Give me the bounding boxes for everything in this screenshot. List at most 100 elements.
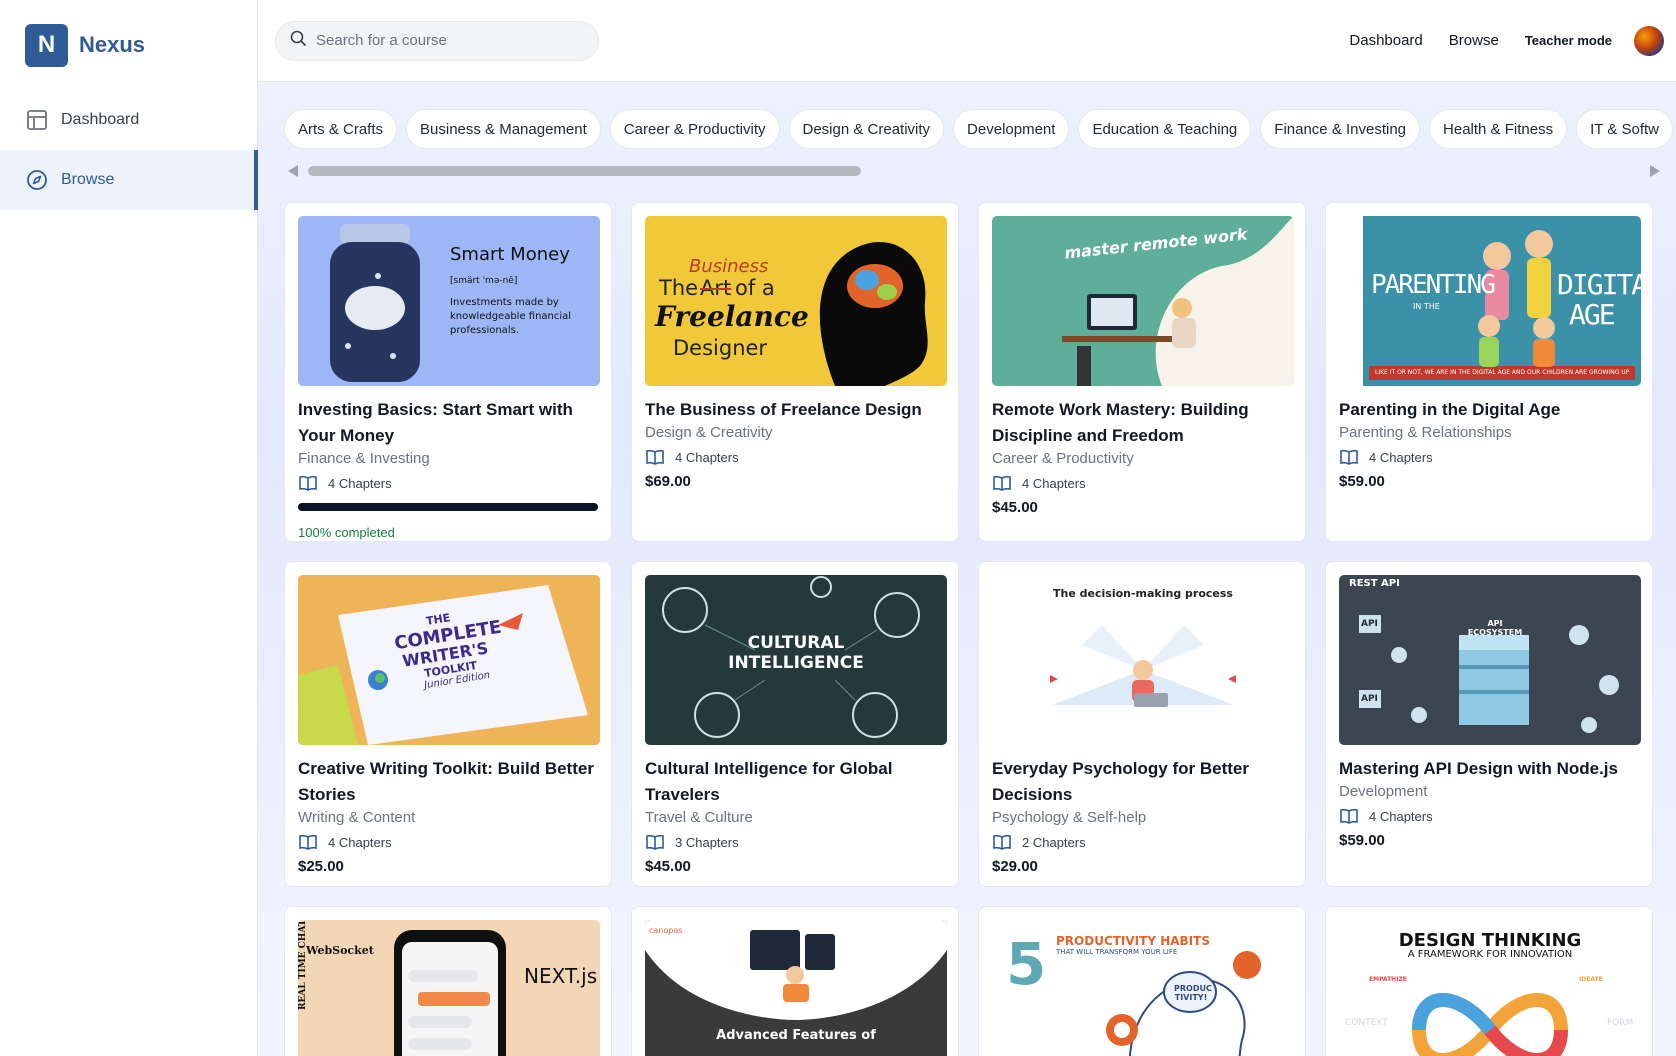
progress-label: 100% completed: [298, 525, 395, 540]
course-thumbnail: DESIGN THINKING A FRAMEWORK FOR INNOVATI…: [1339, 920, 1641, 1056]
thumb-heading: Smart Money: [450, 244, 570, 265]
topbar: Dashboard Browse Teacher mode: [258, 0, 1676, 82]
category-chip[interactable]: Development: [953, 109, 1070, 149]
avatar[interactable]: [1634, 25, 1664, 56]
book-open-icon: [992, 832, 1012, 852]
course-category: Career & Productivity: [992, 450, 1134, 467]
thumb-right2: AGE: [1569, 298, 1616, 331]
sidebar-item-label: Dashboard: [61, 111, 140, 128]
course-title[interactable]: Creative Writing Toolkit: Build Better S…: [298, 756, 598, 808]
thumb-right1: DIGITAL: [1557, 268, 1641, 301]
category-chip[interactable]: Finance & Investing: [1260, 109, 1421, 149]
course-card[interactable]: canopas Advanced Features of: [631, 906, 959, 1056]
course-title[interactable]: Investing Basics: Start Smart with Your …: [298, 397, 598, 449]
thumb-empathize: EMPATHIZE: [1369, 976, 1407, 983]
course-card[interactable]: Business The Art of a Freelance Designer…: [631, 202, 959, 542]
course-card[interactable]: Smart Money [smärt 'mə-nē] Investments m…: [284, 202, 612, 542]
api-ecosystem-illustration: [1359, 615, 1619, 733]
teacher-mode-button[interactable]: Teacher mode: [1525, 33, 1612, 48]
decision-illustration: [1050, 625, 1236, 707]
thumb-context: CONTEXT: [1345, 1018, 1388, 1028]
course-card[interactable]: REST API API API API ECOSYSTEM Mastering…: [1325, 561, 1653, 887]
sidebar-item-dashboard[interactable]: Dashboard: [0, 90, 257, 150]
course-title[interactable]: Cultural Intelligence for Global Travele…: [645, 756, 945, 808]
top-links: Dashboard Browse Teacher mode: [1349, 25, 1676, 56]
course-thumbnail: master remote work: [992, 216, 1294, 386]
course-card[interactable]: PARENTING IN THE DIGITAL AGE LIKE IT OR …: [1325, 202, 1653, 542]
sidebar-item-browse[interactable]: Browse: [0, 150, 258, 210]
thumb-l2: INTELLIGENCE: [728, 653, 864, 673]
course-card[interactable]: DESIGN THINKING A FRAMEWORK FOR INNOVATI…: [1325, 906, 1653, 1056]
category-chip[interactable]: Business & Management: [406, 109, 601, 149]
course-title[interactable]: Mastering API Design with Node.js: [1339, 756, 1639, 782]
category-chip[interactable]: Health & Fitness: [1429, 109, 1568, 149]
search-box[interactable]: [275, 20, 599, 61]
category-scrollbar[interactable]: [288, 164, 1660, 178]
thumb-api1: API: [1361, 619, 1378, 629]
category-chip[interactable]: Career & Productivity: [609, 109, 780, 149]
sidebar-item-label: Browse: [61, 171, 115, 188]
search-input[interactable]: [316, 32, 566, 49]
course-category: Development: [1339, 783, 1428, 800]
sidebar-nav: Dashboard Browse: [0, 90, 258, 210]
phone-chat-illustration: [394, 930, 506, 1056]
book-open-icon: [645, 832, 665, 852]
thumb-caption: Advanced Features of: [716, 1028, 876, 1043]
course-grid: Smart Money [smärt 'mə-nē] Investments m…: [284, 202, 1653, 1056]
course-thumbnail: PARENTING IN THE DIGITAL AGE LIKE IT OR …: [1339, 216, 1641, 386]
course-card[interactable]: The decision-making process Everyday Psy…: [978, 561, 1306, 887]
category-chip[interactable]: Education & Teaching: [1078, 109, 1252, 149]
thumb-line1b: of a: [735, 276, 775, 300]
scroll-left-icon[interactable]: [288, 165, 298, 177]
course-card[interactable]: 5 PRODUCTIVITY HABITS THAT WILL TRANSFOR…: [978, 906, 1306, 1056]
thumb-form: FORM: [1607, 1018, 1634, 1028]
book-open-icon: [992, 473, 1012, 493]
book-open-icon: [645, 447, 665, 467]
category-chip[interactable]: IT & Softw: [1576, 109, 1673, 149]
course-card[interactable]: WebSocket REAL TIME CHAT NEXT.js: [284, 906, 612, 1056]
thumb-next: NEXT.js: [524, 964, 598, 988]
thumb-num: 5: [1006, 930, 1047, 998]
course-title[interactable]: Everyday Psychology for Better Decisions: [992, 756, 1292, 808]
thumb-brand: canopas: [649, 926, 683, 935]
category-chip[interactable]: Arts & Crafts: [284, 109, 398, 149]
scrollbar-thumb[interactable]: [308, 166, 861, 176]
course-card[interactable]: THE COMPLETE WRITER'S TOOLKIT Junior Edi…: [284, 561, 612, 887]
thumb-script: Freelance: [655, 300, 809, 333]
thumb-bubble: PRODUC TIVITY!: [1174, 984, 1212, 1002]
course-thumbnail: WebSocket REAL TIME CHAT NEXT.js: [298, 920, 600, 1056]
course-category: Design & Creativity: [645, 424, 773, 441]
course-card[interactable]: master remote work Remote Work Mastery: …: [978, 202, 1306, 542]
top-link-browse[interactable]: Browse: [1449, 32, 1499, 49]
thumb-sub: THAT WILL TRANSFORM YOUR LIFE: [1056, 948, 1178, 956]
course-price: $25.00: [298, 858, 344, 875]
thumb-line1: The: [659, 276, 699, 300]
course-title[interactable]: Parenting in the Digital Age: [1339, 397, 1639, 423]
chapters-info: 4 Chapters: [298, 473, 598, 493]
chapters-count: 4 Chapters: [328, 475, 392, 491]
chapters-info: 4 Chapters: [645, 447, 945, 467]
book-open-icon: [298, 832, 318, 852]
scroll-right-icon[interactable]: [1650, 165, 1660, 177]
chapters-info: 3 Chapters: [645, 832, 945, 852]
chapters-count: 4 Chapters: [328, 834, 392, 850]
thumb-eco: API ECOSYSTEM: [1467, 619, 1523, 637]
brand-name: Nexus: [79, 32, 146, 57]
course-title[interactable]: The Business of Freelance Design: [645, 397, 945, 423]
course-price: $45.00: [645, 858, 691, 875]
course-category: Psychology & Self-help: [992, 809, 1147, 826]
chapters-info: 4 Chapters: [1339, 806, 1639, 826]
brand[interactable]: N Nexus: [0, 0, 257, 90]
course-category: Parenting & Relationships: [1339, 424, 1512, 441]
thumb-title: PRODUCTIVITY HABITS: [1056, 934, 1210, 948]
course-price: $45.00: [992, 499, 1038, 516]
chapters-info: 4 Chapters: [992, 473, 1292, 493]
course-card[interactable]: CULTURAL INTELLIGENCE Cultural Intellige…: [631, 561, 959, 887]
top-link-dashboard[interactable]: Dashboard: [1349, 32, 1422, 49]
category-chip[interactable]: Design & Creativity: [788, 109, 945, 149]
thumb-ideate: IDEATE: [1579, 976, 1603, 983]
brand-logo: N: [25, 23, 68, 67]
thumb-api2: API: [1361, 694, 1378, 704]
course-title[interactable]: Remote Work Mastery: Building Discipline…: [992, 397, 1292, 449]
book-open-icon: [1339, 806, 1359, 826]
